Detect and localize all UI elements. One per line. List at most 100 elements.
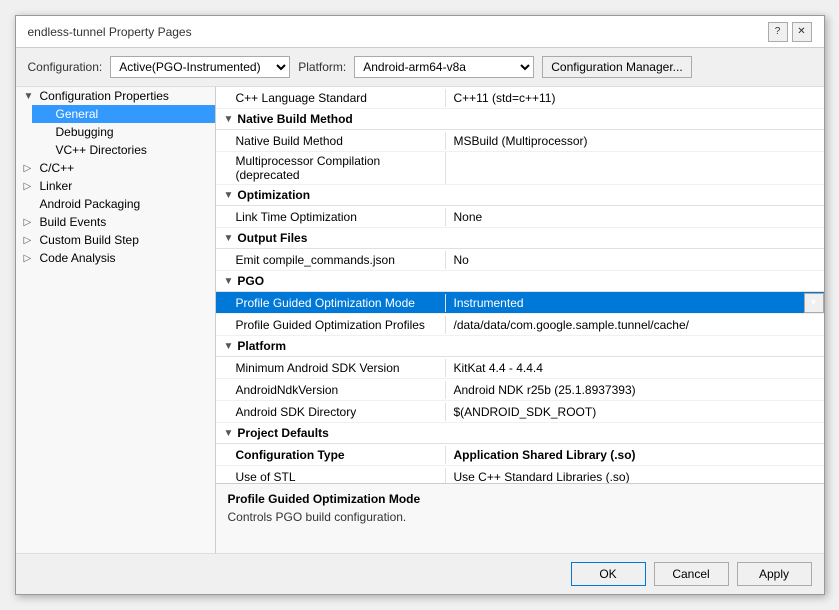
tree-item-vc-directories[interactable]: VC++ Directories bbox=[32, 141, 215, 159]
prop-value-ndk-version: Android NDK r25b (25.1.8937393) bbox=[446, 381, 824, 399]
tree-item-cpp[interactable]: ▷ C/C++ bbox=[16, 159, 215, 177]
section-pgo-label: PGO bbox=[237, 274, 264, 288]
tree-label-custom-build-step: Custom Build Step bbox=[40, 233, 139, 247]
prop-value-min-sdk: KitKat 4.4 - 4.4.4 bbox=[446, 359, 824, 377]
property-pages-dialog: endless-tunnel Property Pages ? ✕ Config… bbox=[15, 15, 825, 595]
left-panel: ▼ Configuration Properties General Debug… bbox=[16, 87, 216, 553]
prop-row-ndk-version: AndroidNdkVersion Android NDK r25b (25.1… bbox=[216, 379, 824, 401]
prop-row-cpp-lang: C++ Language Standard C++11 (std=c++11) bbox=[216, 87, 824, 109]
prop-value-lto: None bbox=[446, 208, 824, 226]
configuration-select[interactable]: Active(PGO-Instrumented) bbox=[110, 56, 290, 78]
section-project-defaults[interactable]: ▼ Project Defaults bbox=[216, 423, 824, 444]
prop-row-config-type: Configuration Type Application Shared Li… bbox=[216, 444, 824, 466]
prop-row-native-build-method: Native Build Method MSBuild (Multiproces… bbox=[216, 130, 824, 152]
tree-item-android-packaging[interactable]: Android Packaging bbox=[16, 195, 215, 213]
tree-label-general: General bbox=[56, 107, 99, 121]
prop-value-native-build-method: MSBuild (Multiprocessor) bbox=[446, 132, 824, 150]
prop-name-native-build-method: Native Build Method bbox=[216, 132, 446, 150]
prop-row-multiprocessor: Multiprocessor Compilation (deprecated bbox=[216, 152, 824, 185]
prop-name-ndk-version: AndroidNdkVersion bbox=[216, 381, 446, 399]
tree-label-debugging: Debugging bbox=[56, 125, 114, 139]
platform-label: Platform: bbox=[298, 60, 346, 74]
title-buttons: ? ✕ bbox=[768, 22, 812, 42]
prop-value-config-type: Application Shared Library (.so) bbox=[446, 446, 824, 464]
ok-button[interactable]: OK bbox=[571, 562, 646, 586]
close-button[interactable]: ✕ bbox=[792, 22, 812, 42]
bottom-bar: OK Cancel Apply bbox=[16, 553, 824, 594]
right-panel: C++ Language Standard C++11 (std=c++11) … bbox=[216, 87, 824, 553]
tree-label-code-analysis: Code Analysis bbox=[40, 251, 116, 265]
prop-name-compile-commands: Emit compile_commands.json bbox=[216, 251, 446, 269]
config-label: Configuration: bbox=[28, 60, 103, 74]
section-output-files[interactable]: ▼ Output Files bbox=[216, 228, 824, 249]
prop-value-sdk-dir: $(ANDROID_SDK_ROOT) bbox=[446, 403, 824, 421]
pgo-mode-dropdown-button[interactable]: ▼ bbox=[804, 293, 824, 313]
section-output-files-expand-icon: ▼ bbox=[224, 233, 234, 244]
tree-item-linker[interactable]: ▷ Linker bbox=[16, 177, 215, 195]
prop-name-pgo-mode: Profile Guided Optimization Mode bbox=[216, 294, 446, 312]
tree-root-label: Configuration Properties bbox=[40, 89, 169, 103]
section-output-files-label: Output Files bbox=[237, 231, 307, 245]
custom-build-step-expand-icon: ▷ bbox=[24, 235, 36, 246]
section-optimization[interactable]: ▼ Optimization bbox=[216, 185, 824, 206]
tree-label-android-packaging: Android Packaging bbox=[40, 197, 141, 211]
prop-name-sdk-dir: Android SDK Directory bbox=[216, 403, 446, 421]
section-pgo[interactable]: ▼ PGO bbox=[216, 271, 824, 292]
section-native-build-label: Native Build Method bbox=[237, 112, 352, 126]
section-platform-label: Platform bbox=[237, 339, 286, 353]
prop-row-compile-commands: Emit compile_commands.json No bbox=[216, 249, 824, 271]
section-project-defaults-expand-icon: ▼ bbox=[224, 428, 234, 439]
main-content: ▼ Configuration Properties General Debug… bbox=[16, 87, 824, 553]
prop-row-min-sdk: Minimum Android SDK Version KitKat 4.4 -… bbox=[216, 357, 824, 379]
tree-item-custom-build-step[interactable]: ▷ Custom Build Step bbox=[16, 231, 215, 249]
prop-name-pgo-profiles: Profile Guided Optimization Profiles bbox=[216, 316, 446, 334]
prop-value-cpp-lang: C++11 (std=c++11) bbox=[446, 89, 824, 107]
description-text: Controls PGO build configuration. bbox=[228, 510, 812, 524]
prop-name-config-type: Configuration Type bbox=[216, 446, 446, 464]
tree-label-vc-directories: VC++ Directories bbox=[56, 143, 147, 157]
tree-item-build-events[interactable]: ▷ Build Events bbox=[16, 213, 215, 231]
prop-value-multiprocessor bbox=[446, 166, 824, 170]
help-button[interactable]: ? bbox=[768, 22, 788, 42]
section-platform-expand-icon: ▼ bbox=[224, 341, 234, 352]
section-platform[interactable]: ▼ Platform bbox=[216, 336, 824, 357]
code-analysis-expand-icon: ▷ bbox=[24, 253, 36, 264]
section-native-build[interactable]: ▼ Native Build Method bbox=[216, 109, 824, 130]
prop-row-pgo-mode[interactable]: Profile Guided Optimization Mode Instrum… bbox=[216, 292, 824, 314]
prop-name-cpp-lang: C++ Language Standard bbox=[216, 89, 446, 107]
cpp-expand-icon: ▷ bbox=[24, 163, 36, 174]
tree-item-debugging[interactable]: Debugging bbox=[32, 123, 215, 141]
prop-row-stl: Use of STL Use C++ Standard Libraries (.… bbox=[216, 466, 824, 483]
build-events-expand-icon: ▷ bbox=[24, 217, 36, 228]
apply-button[interactable]: Apply bbox=[737, 562, 812, 586]
platform-select[interactable]: Android-arm64-v8a bbox=[354, 56, 534, 78]
config-manager-button[interactable]: Configuration Manager... bbox=[542, 56, 691, 78]
cancel-button[interactable]: Cancel bbox=[654, 562, 729, 586]
tree-label-build-events: Build Events bbox=[40, 215, 107, 229]
tree-root-item[interactable]: ▼ Configuration Properties bbox=[16, 87, 215, 105]
description-panel: Profile Guided Optimization Mode Control… bbox=[216, 483, 824, 553]
prop-value-pgo-mode: Instrumented bbox=[446, 294, 804, 312]
prop-row-lto: Link Time Optimization None bbox=[216, 206, 824, 228]
toolbar: Configuration: Active(PGO-Instrumented) … bbox=[16, 48, 824, 87]
section-native-build-expand-icon: ▼ bbox=[224, 114, 234, 125]
dialog-title: endless-tunnel Property Pages bbox=[28, 25, 192, 39]
prop-name-min-sdk: Minimum Android SDK Version bbox=[216, 359, 446, 377]
prop-name-stl: Use of STL bbox=[216, 468, 446, 484]
title-bar: endless-tunnel Property Pages ? ✕ bbox=[16, 16, 824, 48]
tree-label-cpp: C/C++ bbox=[40, 161, 75, 175]
section-project-defaults-label: Project Defaults bbox=[237, 426, 328, 440]
properties-table: C++ Language Standard C++11 (std=c++11) … bbox=[216, 87, 824, 483]
prop-name-multiprocessor: Multiprocessor Compilation (deprecated bbox=[216, 152, 446, 184]
tree-label-linker: Linker bbox=[40, 179, 73, 193]
section-pgo-expand-icon: ▼ bbox=[224, 276, 234, 287]
root-expand-icon: ▼ bbox=[24, 91, 36, 102]
prop-value-pgo-profiles: /data/data/com.google.sample.tunnel/cach… bbox=[446, 316, 824, 334]
prop-value-stl: Use C++ Standard Libraries (.so) bbox=[446, 468, 824, 484]
prop-row-sdk-dir: Android SDK Directory $(ANDROID_SDK_ROOT… bbox=[216, 401, 824, 423]
tree-item-general[interactable]: General bbox=[32, 105, 215, 123]
prop-row-pgo-profiles: Profile Guided Optimization Profiles /da… bbox=[216, 314, 824, 336]
section-optimization-expand-icon: ▼ bbox=[224, 190, 234, 201]
linker-expand-icon: ▷ bbox=[24, 181, 36, 192]
tree-item-code-analysis[interactable]: ▷ Code Analysis bbox=[16, 249, 215, 267]
